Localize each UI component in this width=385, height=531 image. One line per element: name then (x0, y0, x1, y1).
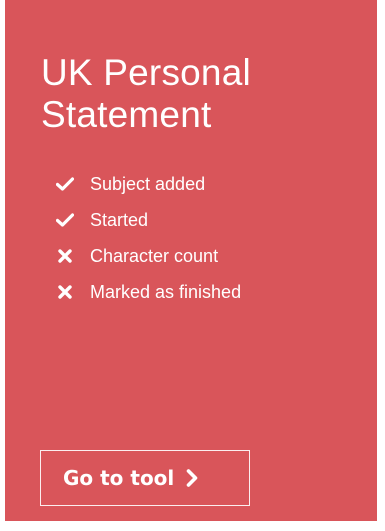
checklist-item-label: Started (90, 209, 149, 230)
checklist-item-marked-as-finished: Marked as finished (55, 274, 241, 310)
checklist-item-label: Subject added (90, 173, 206, 194)
cross-icon (55, 282, 75, 302)
checklist-item-started: Started (55, 202, 241, 238)
go-to-tool-label: Go to tool (63, 466, 175, 490)
check-icon (55, 174, 75, 194)
checklist-item-label: Character count (90, 245, 219, 266)
check-icon (55, 210, 75, 230)
cross-icon (55, 246, 75, 266)
checklist-item-character-count: Character count (55, 238, 241, 274)
checklist-item-label: Marked as finished (90, 281, 242, 302)
chevron-right-icon (186, 469, 198, 487)
go-to-tool-button[interactable]: Go to tool (40, 450, 250, 506)
progress-checklist: Subject added Started Character count Ma… (55, 166, 241, 310)
checklist-item-subject-added: Subject added (55, 166, 241, 202)
card-title: UK Personal Statement (41, 52, 251, 135)
personal-statement-card: UK Personal Statement Subject added Star… (5, 0, 377, 521)
